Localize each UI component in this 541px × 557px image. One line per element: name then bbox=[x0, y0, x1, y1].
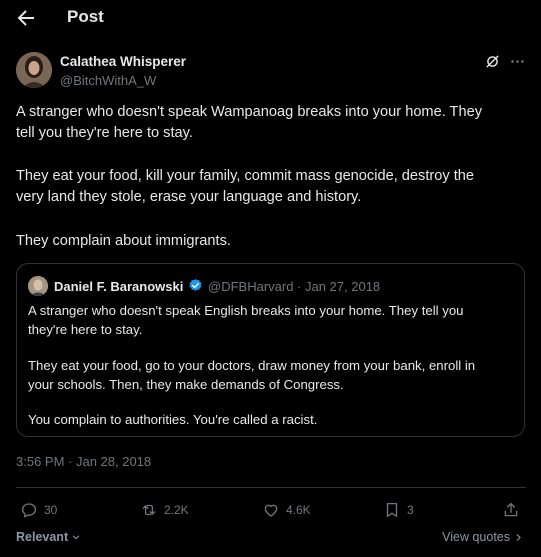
author-handle[interactable]: @BitchWithA_W bbox=[60, 73, 156, 88]
sort-dropdown[interactable]: Relevant bbox=[16, 530, 81, 544]
reply-count: 30 bbox=[44, 503, 58, 517]
repost-count: 2.2K bbox=[164, 503, 189, 517]
grok-icon[interactable] bbox=[484, 53, 501, 70]
quote-avatar[interactable] bbox=[28, 276, 48, 296]
post-timestamp[interactable]: 3:56 PM · Jan 28, 2018 bbox=[16, 454, 151, 469]
tweet-text-line: A stranger who doesn't speak Wampanoag b… bbox=[16, 104, 482, 120]
tweet-text-line: very land they stole, erase your languag… bbox=[16, 189, 362, 205]
quote-text-line: your schools. Then, they make demands of… bbox=[28, 377, 344, 392]
sort-label: Relevant bbox=[16, 530, 69, 544]
chevron-right-icon bbox=[516, 533, 521, 541]
like-button[interactable]: 4.6K bbox=[262, 500, 311, 520]
view-quotes-link[interactable]: View quotes bbox=[442, 530, 523, 544]
tweet-text-line: They complain about immigrants. bbox=[16, 233, 231, 249]
view-quotes-label: View quotes bbox=[442, 530, 510, 544]
quote-text-line: they're here to stay. bbox=[28, 322, 143, 337]
reply-icon bbox=[21, 503, 37, 518]
quote-handle-date: @DFBHarvard · Jan 27, 2018 bbox=[208, 279, 381, 294]
author-name[interactable]: Calathea Whisperer bbox=[60, 54, 186, 69]
bookmark-icon bbox=[386, 502, 398, 518]
quote-text-line: You complain to authorities. You're call… bbox=[28, 412, 318, 427]
tweet-text-line: They eat your food, kill your family, co… bbox=[16, 168, 474, 184]
repost-button[interactable]: 2.2K bbox=[140, 500, 189, 520]
tweet-text-line: tell you they're here to stay. bbox=[16, 125, 193, 141]
reply-button[interactable]: 30 bbox=[20, 500, 57, 520]
page-title: Post bbox=[67, 7, 104, 26]
chevron-down-icon bbox=[72, 535, 80, 540]
verified-badge-icon bbox=[189, 278, 202, 291]
like-count: 4.6K bbox=[286, 503, 311, 517]
share-button[interactable] bbox=[502, 500, 520, 520]
share-icon bbox=[504, 502, 518, 517]
quote-author-name: Daniel F. Baranowski bbox=[54, 279, 184, 294]
more-icon[interactable] bbox=[509, 53, 526, 70]
bookmark-count: 3 bbox=[407, 503, 414, 517]
quote-text-line: A stranger who doesn't speak English bre… bbox=[28, 303, 464, 318]
divider bbox=[16, 487, 526, 488]
quote-text-line: They eat your food, go to your doctors, … bbox=[28, 358, 476, 373]
back-arrow-icon[interactable] bbox=[14, 6, 38, 30]
heart-icon bbox=[264, 504, 278, 517]
avatar[interactable] bbox=[16, 52, 52, 88]
bookmark-button[interactable]: 3 bbox=[383, 500, 414, 520]
repost-icon bbox=[142, 504, 156, 516]
